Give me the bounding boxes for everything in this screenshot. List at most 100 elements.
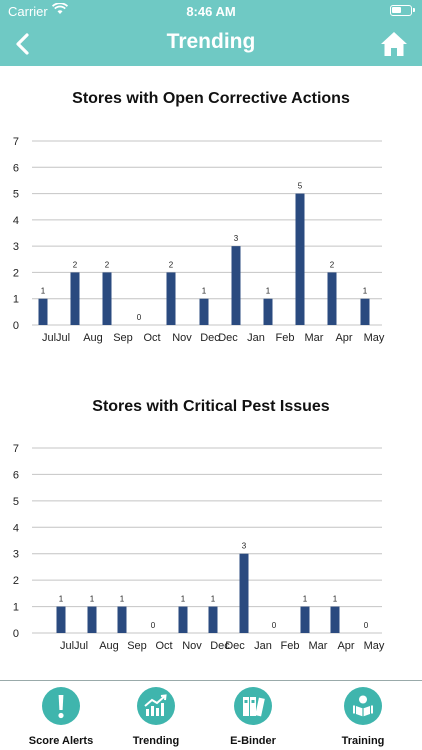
bar [178,606,188,633]
tab-trending[interactable]: Trending [106,687,206,747]
x-tick-label: Oct [155,640,172,652]
chart-open-corrective-actions: Stores with Open Corrective Actions 0123… [0,66,422,376]
bar [166,272,176,325]
tab-label: Score Alerts [28,735,94,747]
tab-training[interactable]: Training [313,687,413,747]
battery-icon [390,5,415,16]
x-tick-label: Jul [60,640,74,652]
x-tick-label: Oct [143,332,160,344]
data-label: 0 [137,313,142,322]
y-tick-label: 5 [13,496,19,508]
x-tick-label: Nov [172,332,192,344]
data-label: 5 [298,182,303,191]
binder-icon [234,687,272,725]
y-tick-label: 3 [13,549,19,561]
bar [117,606,127,633]
y-tick-label: 2 [13,267,19,279]
chart-icon [137,687,175,725]
bar [263,298,273,325]
y-tick-label: 4 [13,522,19,534]
x-tick-label: Feb [281,640,300,652]
data-label: 2 [105,260,110,269]
x-tick-label: Aug [83,332,103,344]
bar [87,606,97,633]
bar [56,606,66,633]
data-label: 1 [303,595,308,604]
home-icon[interactable] [378,28,410,60]
bar [208,606,218,633]
y-tick-label: 7 [13,443,19,455]
y-tick-label: 6 [13,162,19,174]
y-tick-label: 3 [13,241,19,253]
bar [102,272,112,325]
x-tick-label: Apr [337,640,354,652]
x-tick-label: Nov [182,640,202,652]
y-tick-label: 1 [13,602,19,614]
data-label: 0 [151,621,156,630]
data-label: 3 [242,542,247,551]
data-label: 0 [272,621,277,630]
tab-label: Training [341,735,385,747]
tab-label: Trending [132,735,180,747]
data-label: 1 [59,595,64,604]
x-tick-label: Feb [276,332,295,344]
x-tick-label: Jul [74,640,88,652]
training-icon [344,687,382,725]
y-tick-label: 2 [13,575,19,587]
tab-e-binder[interactable]: E-Binder [203,687,303,747]
bar [70,272,80,325]
y-tick-label: 7 [13,136,19,148]
tab-label: E-Binder [230,735,276,747]
data-label: 1 [120,595,125,604]
bar [239,553,249,633]
bar [360,298,370,325]
status-bar: Carrier 8:46 AM [0,0,422,22]
bar [38,298,48,325]
y-tick-label: 0 [13,628,19,640]
data-label: 1 [333,595,338,604]
bar [199,298,209,325]
data-label: 1 [363,287,368,296]
x-tick-label: Mar [305,332,324,344]
x-tick-label: Sep [113,332,133,344]
bar [300,606,310,633]
y-tick-label: 5 [13,189,19,201]
x-tick-label: Mar [309,640,328,652]
page-title: Trending [166,30,256,53]
nav-bar: Trending [0,22,422,66]
x-tick-label: Dec [218,332,238,344]
data-label: 2 [169,260,174,269]
x-tick-label: Aug [99,640,119,652]
y-tick-label: 6 [13,469,19,481]
data-label: 1 [266,287,271,296]
chart-canvas: 0 1 2 3 4 5 6 7 1 2 2 0 2 1 3 1 5 2 1 Jul Jul Aug Sep Oct Nov Dec… [13,136,385,344]
exclamation-icon [42,687,80,725]
y-tick-label: 4 [13,215,19,227]
y-tick-label: 1 [13,294,19,306]
tab-bar: Score Alerts Trending E-Binder Training [0,680,422,750]
bar [330,606,340,633]
data-label: 0 [364,621,369,630]
x-tick-label: Jul [42,332,56,344]
data-label: 1 [41,287,46,296]
bar [327,272,337,325]
x-tick-label: Sep [127,640,147,652]
x-tick-label: Jul [56,332,70,344]
x-tick-label: May [364,332,385,344]
data-label: 1 [211,595,216,604]
chart-critical-pest-issues: Stores with Critical Pest Issues 0123456… [0,376,422,676]
x-tick-label: Apr [335,332,352,344]
x-tick-label: Jan [254,640,272,652]
y-tick-label: 0 [13,320,19,332]
data-label: 1 [202,287,207,296]
data-label: 1 [90,595,95,604]
bar [295,193,305,325]
status-time: 8:46 AM [186,4,236,19]
x-tick-label: Dec [225,640,245,652]
x-tick-label: May [364,640,385,652]
data-label: 1 [181,595,186,604]
data-label: 2 [330,260,335,269]
data-label: 3 [234,234,239,243]
tab-score-alerts[interactable]: Score Alerts [11,687,111,747]
bar [231,246,241,325]
